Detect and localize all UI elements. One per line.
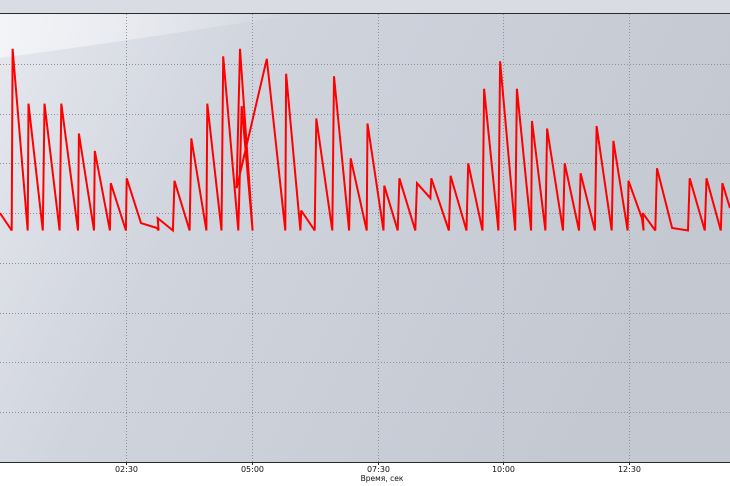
plot-background xyxy=(0,14,730,462)
x-tick-label-5: 12:30 xyxy=(618,465,641,474)
x-tick-label-2: 05:00 xyxy=(241,465,264,474)
top-strip xyxy=(0,0,730,14)
x-tick-label-1: 02:30 xyxy=(115,465,138,474)
chart-container: 02:30 05:00 07:30 10:00 12:30 Время, сек xyxy=(0,0,730,486)
line-chart: 02:30 05:00 07:30 10:00 12:30 Время, сек xyxy=(0,0,730,486)
x-tick-label-4: 10:00 xyxy=(492,465,515,474)
x-tick-label-3: 07:30 xyxy=(367,465,390,474)
x-axis-label: Время, сек xyxy=(361,474,404,483)
